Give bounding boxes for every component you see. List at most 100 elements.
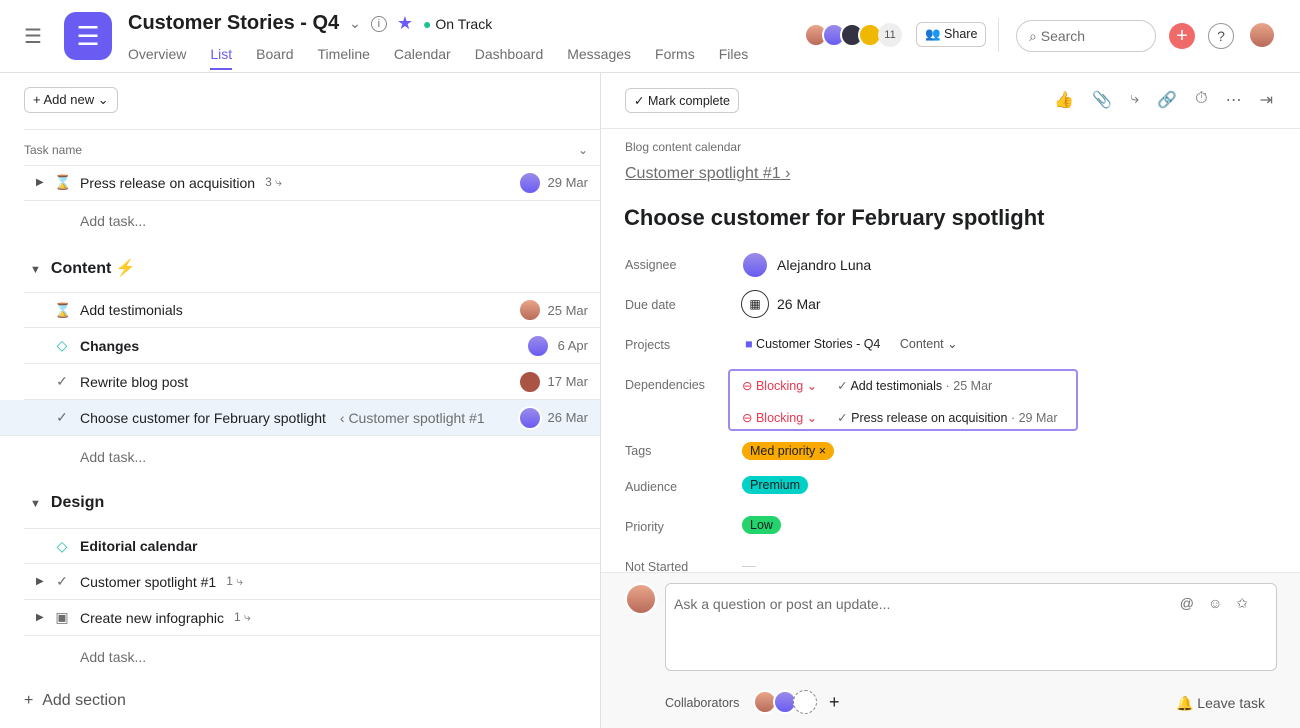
status[interactable]: ● On Track (423, 16, 492, 32)
not-started-value[interactable]: — (742, 557, 756, 573)
task-row[interactable]: ✓ Rewrite blog post 17 Mar (24, 364, 600, 400)
link-icon[interactable]: 🔗 (1157, 90, 1177, 110)
collaborators[interactable]: + (753, 690, 840, 714)
timer-icon[interactable]: ⏱ (1195, 90, 1207, 110)
dependencies-field[interactable]: ⊖ Blocking ⌄ ✓ Add testimonials · 25 Mar … (728, 369, 1078, 431)
task-row-selected[interactable]: ✓ Choose customer for February spotlight ‹… (0, 400, 600, 436)
attachment-icon[interactable]: 📎 (1092, 90, 1112, 110)
share-button[interactable]: 👥 Share (916, 22, 987, 47)
section-content[interactable]: ▼ Content ⚡ (30, 258, 136, 278)
tab-messages[interactable]: Messages (567, 46, 631, 62)
expand-icon[interactable]: ▶ (36, 612, 44, 623)
tab-board[interactable]: Board (256, 46, 293, 62)
dependency-row[interactable]: ⊖ Blocking ⌄ ✓ Press release on acquisiti… (742, 410, 1058, 425)
project-context[interactable]: Blog content calendar (625, 140, 741, 154)
tag-med-priority[interactable]: Med priority × (742, 442, 835, 460)
mark-complete-button[interactable]: ✓ Mark complete (625, 88, 739, 113)
add-section-button[interactable]: + Add section (24, 692, 126, 710)
plus-icon[interactable]: + (829, 692, 840, 713)
star-icon[interactable]: ★ (397, 13, 413, 34)
chevron-down-icon[interactable]: ⌄ (578, 143, 588, 157)
comment-actions[interactable]: @☺✩ (1180, 595, 1262, 612)
avatar (526, 333, 550, 358)
task-row[interactable]: ◇ Changes 6 Apr (24, 328, 600, 364)
expand-icon[interactable]: ▶ (36, 576, 44, 587)
leave-task-button[interactable]: 🔔 Leave task (1176, 695, 1265, 712)
tab-files[interactable]: Files (719, 46, 749, 62)
task-row[interactable]: ▶ ▣ Create new infographic 1 ⤷ (24, 600, 600, 636)
tab-dashboard[interactable]: Dashboard (475, 46, 544, 62)
project-icon: ☰ (64, 12, 112, 60)
milestone-icon[interactable]: ◇ (54, 538, 70, 555)
blocking-dropdown[interactable]: ⊖ Blocking ⌄ (742, 411, 817, 425)
hourglass-icon[interactable]: ⌛ (54, 174, 71, 191)
tab-calendar[interactable]: Calendar (394, 46, 451, 62)
approval-icon[interactable]: ▣ (54, 609, 70, 626)
assignee-field[interactable]: Alejandro Luna (741, 251, 871, 279)
search-input[interactable]: ⌕ Search (1016, 20, 1156, 52)
priority-value[interactable]: Low (742, 516, 781, 534)
hourglass-icon[interactable]: ⌛ (54, 302, 71, 319)
help-icon[interactable]: ? (1208, 23, 1234, 49)
tab-forms[interactable]: Forms (655, 46, 695, 62)
close-pane-icon[interactable]: ⇥ (1260, 90, 1273, 110)
task-name: Rewrite blog post (80, 373, 189, 390)
tab-timeline[interactable]: Timeline (318, 46, 370, 62)
task-row[interactable]: ◇ Editorial calendar (24, 528, 600, 564)
add-new-button[interactable]: + Add new ⌄ (24, 87, 118, 113)
like-icon[interactable]: 👍 (1054, 90, 1074, 110)
add-task-link[interactable]: Add task... (80, 213, 146, 229)
milestone-icon[interactable]: ◇ (54, 337, 70, 354)
add-task-link[interactable]: Add task... (80, 449, 146, 465)
field-label: Due date (625, 298, 676, 312)
hamburger-menu-icon[interactable]: ☰ (24, 24, 42, 49)
task-row[interactable]: ▶ ✓ Customer spotlight #1 1 ⤷ (24, 564, 600, 600)
task-name: Editorial calendar (80, 538, 198, 554)
top-bar: ☰ ☰ Customer Stories - Q4 ⌄ i ★ ● On Tra… (0, 0, 1300, 73)
remove-tag-icon[interactable]: × (819, 444, 826, 458)
task-row[interactable]: ⌛ Add testimonials 25 Mar (24, 292, 600, 328)
task-list-pane: + Add new ⌄ Task name ⌄ ▶ ⌛ Press release o… (0, 73, 600, 728)
dependency-row[interactable]: ⊖ Blocking ⌄ ✓ Add testimonials · 25 Mar (742, 378, 992, 393)
field-label: Priority (625, 520, 664, 534)
info-icon[interactable]: i (370, 15, 387, 32)
check-circle-icon[interactable]: ✓ (54, 573, 70, 590)
check-circle-icon[interactable]: ✓ (54, 409, 70, 426)
more-icon[interactable]: ⋯ (1226, 90, 1242, 110)
section-design[interactable]: ▼ Design (30, 494, 104, 512)
add-task-link[interactable]: Add task... (80, 649, 146, 665)
detail-toolbar: ✓ Mark complete 👍 📎 ⤷ 🔗 ⏱ ⋯ ⇥ (601, 73, 1300, 129)
column-task-name: Task name (24, 143, 83, 157)
due-date: 25 Mar (547, 302, 588, 318)
task-title[interactable]: Choose customer for February spotlight (624, 205, 1045, 231)
create-plus-icon[interactable]: + (1169, 23, 1195, 49)
task-detail-pane: ✓ Mark complete 👍 📎 ⤷ 🔗 ⏱ ⋯ ⇥ Blog content cal… (600, 73, 1300, 728)
column-header[interactable]: Task name ⌄ (24, 129, 600, 166)
section-dropdown[interactable]: Content ⌄ (900, 337, 958, 351)
check-circle-icon[interactable]: ✓ (54, 373, 70, 390)
avatar (518, 405, 542, 430)
check-circle-icon: ✓ (837, 411, 848, 425)
subtask-icon[interactable]: ⤷ (1130, 90, 1139, 110)
comment-input[interactable]: Ask a question or post an update... @☺✩ (665, 583, 1277, 671)
audience-value[interactable]: Premium (742, 476, 809, 494)
project-field[interactable]: ■ Customer Stories - Q4 Content ⌄ (745, 336, 958, 351)
task-row[interactable]: ▶ ⌛ Press release on acquisition 3 ⤷ 29 Mar (24, 165, 600, 201)
members[interactable]: 11 (804, 23, 902, 47)
user-avatar[interactable] (1248, 21, 1276, 49)
task-name: Customer spotlight #1 (80, 573, 217, 590)
field-label: Dependencies (625, 378, 705, 392)
due-date: 6 Apr (557, 338, 588, 353)
parent-task-link[interactable]: ‹ Customer spotlight #1 (340, 410, 485, 426)
tab-list[interactable]: List (210, 46, 232, 62)
chevron-down-icon[interactable]: ⌄ (349, 15, 361, 32)
blocking-dropdown[interactable]: ⊖ Blocking ⌄ (742, 379, 817, 393)
tab-overview[interactable]: Overview (128, 46, 186, 62)
expand-icon[interactable]: ▶ (36, 177, 44, 188)
parent-task-link[interactable]: Customer spotlight #1 › (625, 165, 790, 183)
check-circle-icon: ✓ (837, 379, 848, 393)
add-collaborator-icon[interactable] (793, 690, 817, 714)
field-label: Audience (625, 480, 678, 494)
due-date-field[interactable]: ▦ 26 Mar (741, 290, 821, 318)
task-name: Changes (80, 337, 140, 354)
